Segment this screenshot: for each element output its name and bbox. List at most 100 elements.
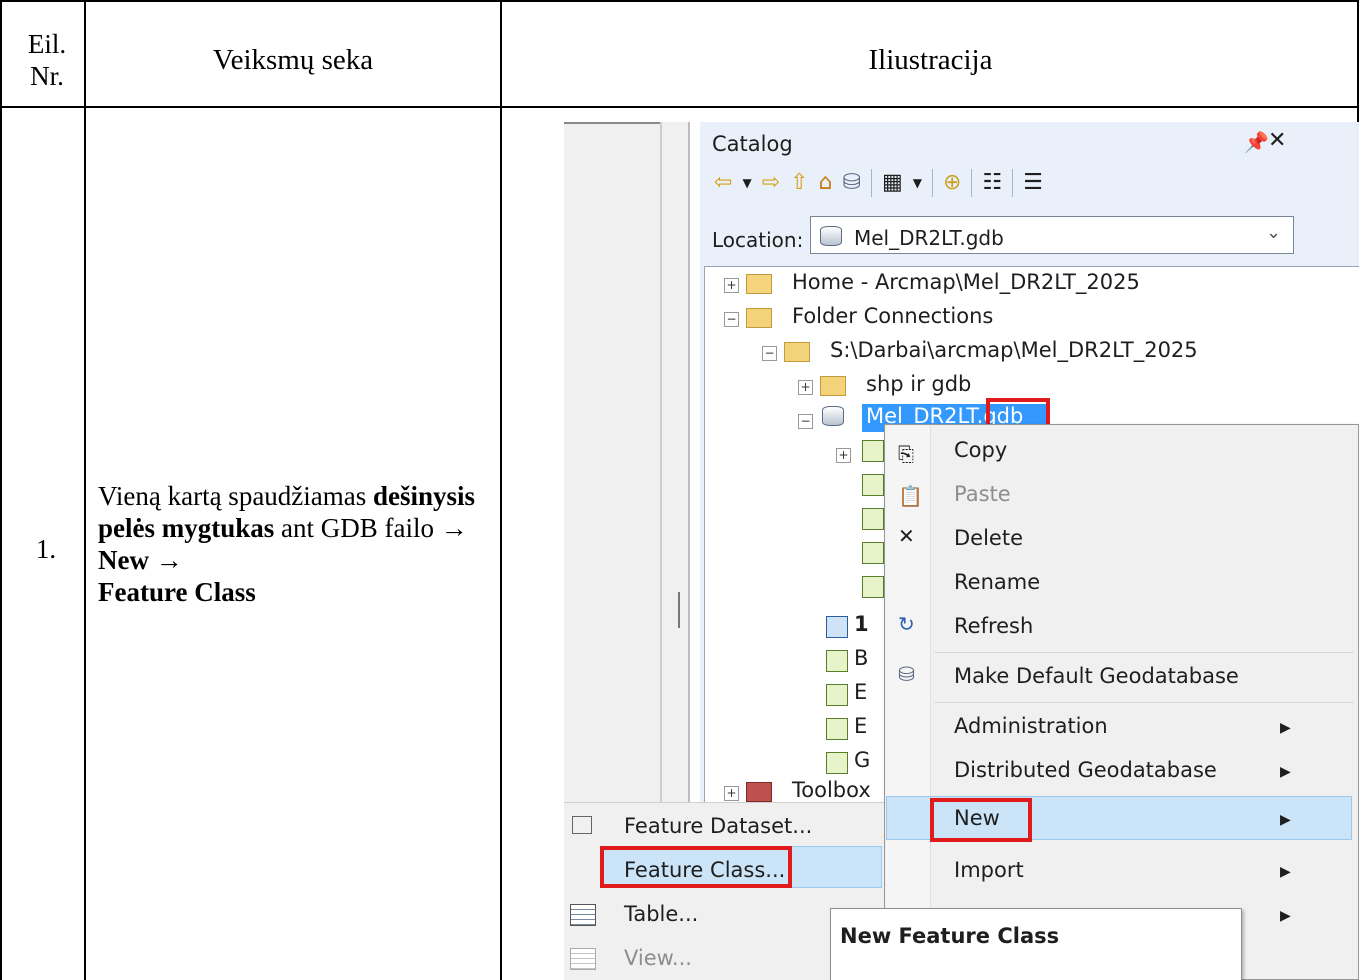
- submenu-arrow-icon: ▶: [1280, 812, 1291, 828]
- submenu-item-feature-dataset[interactable]: Feature Dataset...: [624, 814, 812, 838]
- header-steps: Veiksmų seka: [212, 44, 374, 76]
- home-icon[interactable]: ⌂: [819, 169, 833, 197]
- step-description: Vieną kartą spaudžiamas dešinysis pelės …: [98, 480, 498, 608]
- collapse-icon[interactable]: −: [724, 312, 739, 327]
- table-border-top: [0, 0, 1359, 2]
- menu-item-make-default[interactable]: Make Default Geodatabase: [954, 664, 1239, 688]
- toolbar-separator: [931, 169, 933, 197]
- delete-icon: ✕: [898, 524, 915, 548]
- chevron-down-icon[interactable]: ⌄: [1266, 222, 1281, 243]
- toggle-tree-icon[interactable]: ☷: [982, 169, 1002, 197]
- expand-icon[interactable]: +: [798, 380, 813, 395]
- tree-item-b[interactable]: B: [854, 646, 868, 670]
- menu-separator: [934, 652, 1354, 653]
- toolbox-icon: [746, 782, 772, 802]
- tooltip-title: New Feature Class: [840, 924, 1060, 948]
- header-illustration: Iliustracija: [868, 44, 993, 76]
- header-row-number: Eil. Nr.: [12, 28, 82, 92]
- view-dropdown-icon[interactable]: ▼: [913, 169, 922, 197]
- submenu-arrow-icon: ▶: [1280, 864, 1291, 880]
- back-arrow-icon[interactable]: ⇦: [714, 169, 732, 197]
- default-geodatabase-icon: ⛁: [898, 662, 915, 686]
- menu-item-administration[interactable]: Administration: [954, 714, 1108, 738]
- feature-class-point-icon: [826, 718, 848, 740]
- tree-item-folder-path[interactable]: S:\Darbai\arcmap\Mel_DR2LT_2025: [830, 338, 1198, 362]
- location-label: Location:: [712, 228, 804, 252]
- paste-icon: 📋: [898, 484, 923, 508]
- submenu-arrow-icon: ▶: [1280, 720, 1291, 736]
- menu-item-copy[interactable]: Copy: [954, 438, 1007, 462]
- catalog-toolbar: ⇦ ▼ ⇨ ⇧ ⌂ ⛁ ▦ ▼ ⊕ ☷ ☰: [714, 166, 1274, 200]
- context-menu-gutter: [886, 426, 931, 978]
- expand-icon[interactable]: +: [836, 448, 851, 463]
- menu-item-delete[interactable]: Delete: [954, 526, 1023, 550]
- collapse-icon[interactable]: −: [798, 414, 813, 429]
- dock-grip-handle[interactable]: [678, 592, 680, 628]
- menu-item-paste[interactable]: Paste: [954, 482, 1011, 506]
- connect-folder-icon[interactable]: ⊕: [943, 169, 961, 197]
- menu-item-import[interactable]: Import: [954, 858, 1024, 882]
- step-text-bold-3: Feature Class: [98, 577, 256, 607]
- expand-icon[interactable]: +: [724, 278, 739, 293]
- tree-item-shp-folder[interactable]: shp ir gdb: [866, 372, 971, 396]
- up-level-icon[interactable]: ⇧: [790, 169, 808, 197]
- toolbar-separator: [1012, 169, 1014, 197]
- forward-arrow-icon[interactable]: ⇨: [762, 169, 780, 197]
- feature-class-polygon-icon: [826, 684, 848, 706]
- feature-class-line-icon: [826, 650, 848, 672]
- header-eil-line2: Nr.: [30, 61, 64, 91]
- geodatabase-icon: [822, 406, 844, 426]
- dock-border: [564, 122, 660, 124]
- menu-item-rename[interactable]: Rename: [954, 570, 1040, 594]
- row-number: 1.: [35, 534, 57, 564]
- table-header-divider: [0, 106, 1359, 108]
- options-list-icon[interactable]: ☰: [1023, 169, 1043, 197]
- catalog-title: Catalog: [712, 132, 793, 156]
- feature-class-polygon-icon: [862, 542, 884, 564]
- feature-class-polygon-icon: [862, 576, 884, 598]
- feature-dataset-icon: [572, 816, 592, 834]
- default-geodatabase-icon[interactable]: ⛁: [843, 169, 861, 197]
- pin-icon[interactable]: 📌: [1244, 130, 1269, 154]
- close-icon[interactable]: ✕: [1268, 128, 1286, 153]
- tree-item-g[interactable]: G: [854, 748, 870, 772]
- step-text-bold-2: New: [98, 545, 149, 575]
- copy-icon: ⎘: [898, 442, 914, 466]
- view-options-icon[interactable]: ▦: [882, 169, 903, 197]
- submenu-arrow-icon: ▶: [1280, 908, 1291, 924]
- menu-item-distributed[interactable]: Distributed Geodatabase: [954, 758, 1217, 782]
- folder-connections-icon: [746, 308, 772, 328]
- highlight-box-new: [930, 798, 1032, 842]
- toolbar-separator: [870, 169, 872, 197]
- refresh-icon: ↻: [898, 612, 915, 636]
- feature-class-line-icon: [862, 508, 884, 530]
- table-icon: [570, 904, 596, 926]
- folder-icon: [820, 376, 846, 396]
- tree-item-e1[interactable]: E: [854, 680, 867, 704]
- tree-item-1[interactable]: 1: [854, 612, 869, 636]
- feature-class-line-icon: [862, 474, 884, 496]
- table-border-left: [0, 0, 2, 980]
- tree-item-home[interactable]: Home - Arcmap\Mel_DR2LT_2025: [792, 270, 1140, 294]
- step-text-1: Vieną kartą spaudžiamas: [98, 481, 374, 511]
- submenu-item-view[interactable]: View...: [624, 946, 692, 970]
- tree-item-folder-connections[interactable]: Folder Connections: [792, 304, 993, 328]
- collapse-icon[interactable]: −: [762, 346, 777, 361]
- table-divider-col2: [500, 0, 502, 980]
- menu-item-refresh[interactable]: Refresh: [954, 614, 1033, 638]
- expand-icon[interactable]: +: [724, 786, 739, 801]
- step-text-3: →: [148, 545, 183, 575]
- location-value: Mel_DR2LT.gdb: [854, 226, 1004, 250]
- highlight-box-feature-class: [600, 846, 792, 888]
- home-folder-icon: [746, 274, 772, 294]
- table-divider-col1: [84, 0, 86, 980]
- submenu-arrow-icon: ▶: [1280, 764, 1291, 780]
- tree-item-toolboxes[interactable]: Toolbox: [792, 778, 871, 802]
- toolbar-separator: [971, 169, 973, 197]
- dropdown-arrow-icon[interactable]: ▼: [742, 169, 751, 197]
- folder-icon: [784, 342, 810, 362]
- tree-item-e2[interactable]: E: [854, 714, 867, 738]
- step-text-2: ant GDB failo →: [274, 513, 468, 543]
- submenu-item-table[interactable]: Table...: [624, 902, 698, 926]
- feature-class-line-icon: [826, 752, 848, 774]
